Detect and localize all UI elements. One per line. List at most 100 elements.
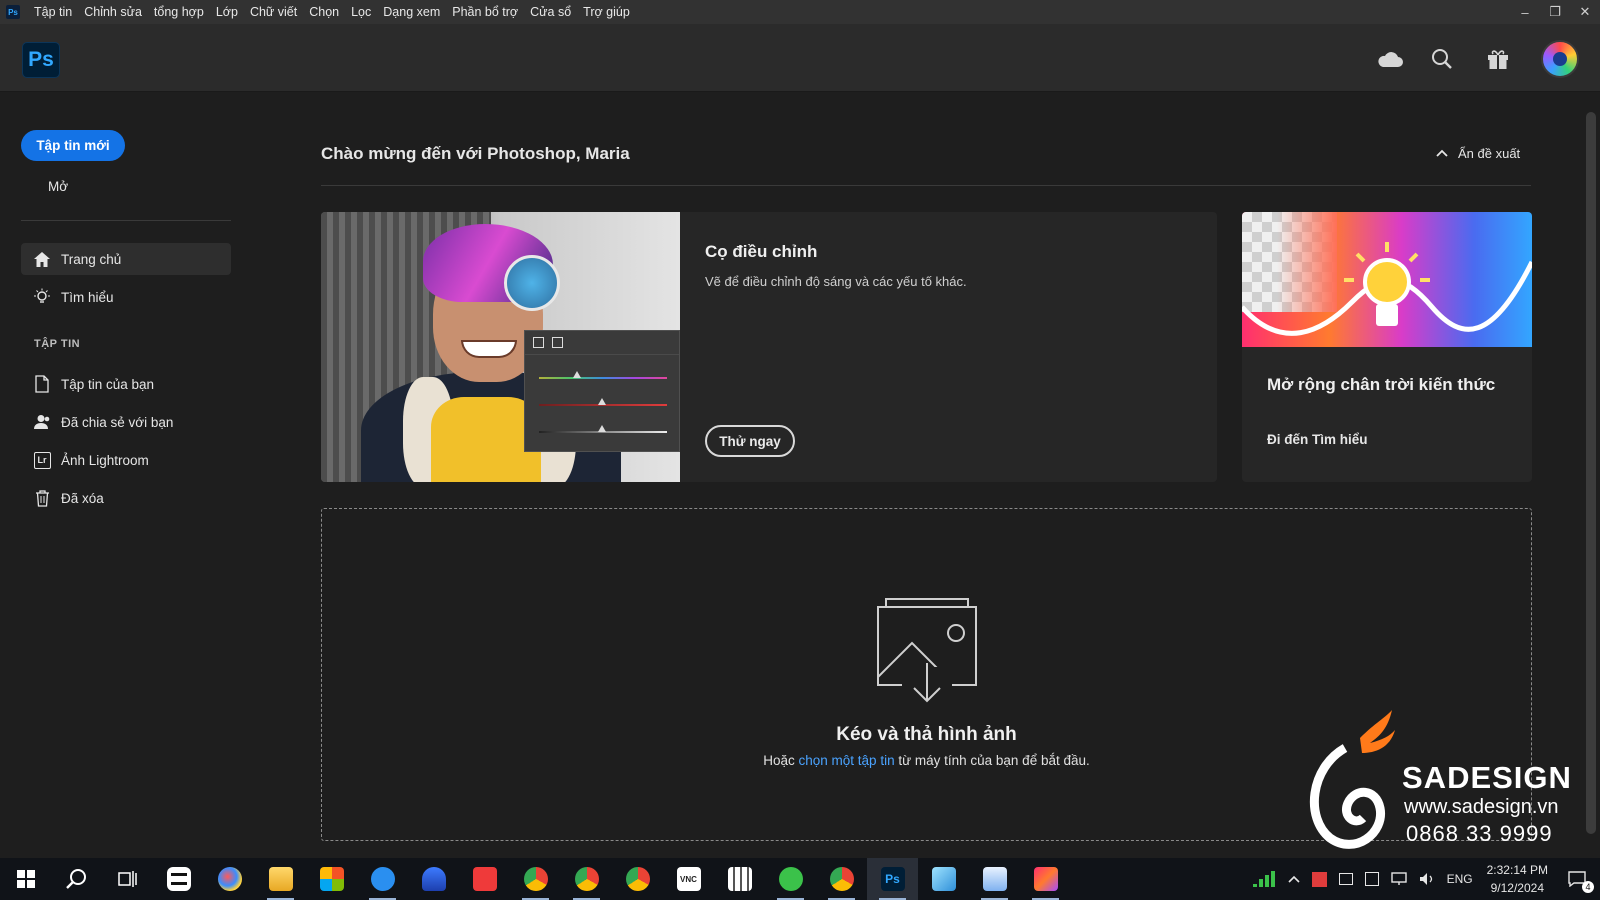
- sidebar-item-deleted[interactable]: Đã xóa: [21, 482, 231, 514]
- lightbulb-icon: [1242, 242, 1532, 336]
- home-icon: [33, 250, 51, 268]
- image-upload-icon: [877, 598, 977, 703]
- hide-suggestions-toggle[interactable]: Ẩn đề xuất: [1436, 146, 1520, 161]
- scrollbar-thumb[interactable]: [1586, 112, 1596, 834]
- browser-arc-icon[interactable]: [408, 858, 459, 900]
- learn-card[interactable]: Mở rộng chân trời kiến thức Đi đến Tìm h…: [1242, 212, 1532, 482]
- volume-icon[interactable]: [1419, 872, 1435, 886]
- lightbulb-icon: [33, 288, 51, 306]
- watermark-site: www.sadesign.vn: [1404, 796, 1559, 818]
- gift-icon[interactable]: [1484, 46, 1512, 72]
- sidebar-item-home[interactable]: Trang chủ: [21, 243, 231, 275]
- menu-select[interactable]: Chọn: [303, 5, 345, 19]
- menu-type[interactable]: Chữ viết: [244, 5, 303, 19]
- windows-taskbar: VNC Ps ENG 2:32:14 PM 9/12/2024 4: [0, 858, 1600, 900]
- sidebar-item-label: Trang chủ: [61, 251, 122, 267]
- taskbar-clock[interactable]: 2:32:14 PM 9/12/2024: [1487, 861, 1548, 897]
- card-description: Vẽ để điều chỉnh độ sáng và các yếu tố k…: [705, 274, 967, 289]
- photoshop-logo[interactable]: Ps: [22, 42, 60, 78]
- menu-filter[interactable]: Lọc: [345, 5, 377, 19]
- section-label-files: TẬP TIN: [34, 338, 81, 350]
- menu-view[interactable]: Dạng xem: [377, 5, 446, 19]
- microsoft-store-icon[interactable]: [306, 858, 357, 900]
- paint-app-icon[interactable]: [204, 858, 255, 900]
- clock-time: 2:32:14 PM: [1486, 863, 1548, 877]
- photoshop-app-icon: Ps: [6, 5, 20, 19]
- chrome-alt-icon[interactable]: [612, 858, 663, 900]
- adjustment-brush-card: Cọ điều chỉnh Vẽ để điều chỉnh độ sáng v…: [321, 212, 1217, 482]
- scrollbar[interactable]: [1582, 92, 1600, 858]
- sadesign-watermark: SADESIGN www.sadesign.vn 0868 33 9999: [1300, 708, 1600, 858]
- sidebar-divider: [21, 220, 231, 221]
- restore-icon[interactable]: ❐: [1540, 0, 1570, 24]
- shared-users-icon: [33, 413, 51, 431]
- camera-tray-icon[interactable]: [1338, 873, 1353, 885]
- menu-help[interactable]: Trợ giúp: [577, 5, 636, 19]
- creative-cloud-icon[interactable]: [1020, 858, 1071, 900]
- adjustment-brush-image: [321, 212, 680, 482]
- trash-icon: [33, 489, 51, 507]
- chevron-up-icon: [1436, 149, 1448, 157]
- image-viewer-icon[interactable]: [969, 858, 1020, 900]
- system-tray: ENG 2:32:14 PM 9/12/2024 4: [1246, 858, 1600, 900]
- chrome-profile-icon[interactable]: [561, 858, 612, 900]
- sidebar-item-your-files[interactable]: Tập tin của bạn: [21, 368, 231, 400]
- file-explorer-icon[interactable]: [255, 858, 306, 900]
- vnc-viewer-icon[interactable]: VNC: [663, 858, 714, 900]
- new-file-button[interactable]: Tập tin mới: [21, 130, 125, 161]
- go-to-learn-link[interactable]: Đi đến Tìm hiểu: [1267, 432, 1368, 447]
- task-view-icon[interactable]: [102, 858, 153, 900]
- security-tray-icon[interactable]: [1364, 872, 1379, 886]
- notes-app-icon[interactable]: [918, 858, 969, 900]
- sidebar-item-lightroom[interactable]: Lr Ảnh Lightroom: [21, 444, 231, 476]
- lightroom-icon: Lr: [33, 451, 51, 469]
- windows-start-icon[interactable]: [0, 858, 51, 900]
- brush-cursor-icon: [504, 255, 560, 311]
- network-meter-icon[interactable]: [1252, 870, 1276, 888]
- watermark-brand: SADESIGN: [1402, 760, 1572, 795]
- chrome-third-icon[interactable]: [816, 858, 867, 900]
- unikey-app-icon[interactable]: [765, 858, 816, 900]
- sadesign-logo: [1309, 710, 1395, 849]
- watermark-phone: 0868 33 9999: [1406, 821, 1553, 846]
- network-icon[interactable]: [1390, 872, 1407, 886]
- grid-app-icon[interactable]: [714, 858, 765, 900]
- open-link[interactable]: Mở: [48, 179, 68, 194]
- sidebar-item-shared[interactable]: Đã chia sẻ với bạn: [21, 406, 231, 438]
- menu-window[interactable]: Cửa sổ: [524, 5, 577, 19]
- app-header: Ps: [0, 24, 1600, 92]
- antivirus-tray-icon[interactable]: [1311, 871, 1327, 887]
- document-icon: [33, 375, 51, 393]
- menu-image[interactable]: tổng hợp: [148, 5, 210, 19]
- chrome-icon[interactable]: [510, 858, 561, 900]
- try-now-button[interactable]: Thử ngay: [705, 425, 795, 457]
- search-icon[interactable]: [1428, 46, 1456, 72]
- show-hidden-icons-chevron-icon[interactable]: [1288, 874, 1300, 884]
- cloud-icon[interactable]: [1376, 46, 1404, 72]
- sidebar-item-label: Đã chia sẻ với bạn: [61, 414, 174, 430]
- user-avatar[interactable]: [1541, 40, 1579, 78]
- photoshop-taskbar-icon[interactable]: Ps: [867, 858, 918, 900]
- sidebar-item-label: Ảnh Lightroom: [61, 452, 149, 468]
- sidebar: Tập tin mới Mở Trang chủ Tìm hiểu TẬP TI…: [0, 92, 250, 858]
- capcut-app-icon[interactable]: [153, 858, 204, 900]
- learn-card-image: [1242, 212, 1532, 347]
- language-indicator[interactable]: ENG: [1447, 872, 1473, 886]
- close-icon[interactable]: ✕: [1570, 0, 1600, 24]
- sidebar-item-learn[interactable]: Tìm hiểu: [21, 281, 231, 313]
- main-divider: [321, 185, 1531, 186]
- minimize-icon[interactable]: –: [1510, 0, 1540, 24]
- menu-layer[interactable]: Lớp: [210, 5, 244, 19]
- messenger-app-icon[interactable]: [357, 858, 408, 900]
- taskbar-search-icon[interactable]: [51, 858, 102, 900]
- card-title: Mở rộng chân trời kiến thức: [1267, 375, 1496, 394]
- menu-file[interactable]: Tập tin: [28, 5, 78, 19]
- choose-file-link[interactable]: chọn một tập tin: [799, 753, 895, 768]
- drop-zone-prefix: Hoặc: [763, 753, 799, 768]
- menu-plugins[interactable]: Phần bổ trợ: [446, 5, 524, 19]
- anydesk-app-icon[interactable]: [459, 858, 510, 900]
- menu-edit[interactable]: Chỉnh sửa: [78, 5, 148, 19]
- notification-center-icon[interactable]: 4: [1568, 871, 1594, 893]
- menu-bar: Ps Tập tin Chỉnh sửa tổng hợp Lớp Chữ vi…: [0, 0, 1600, 24]
- page-title: Chào mừng đến với Photoshop, Maria: [321, 144, 630, 163]
